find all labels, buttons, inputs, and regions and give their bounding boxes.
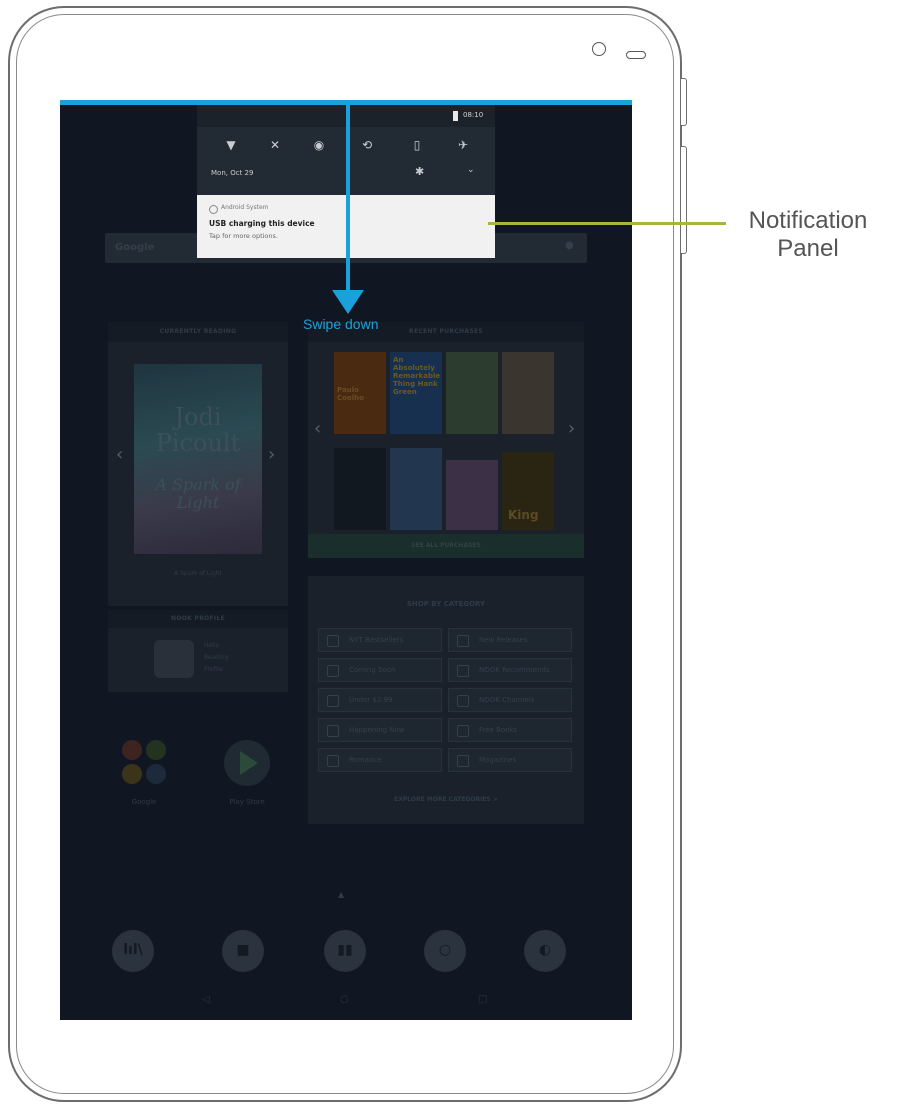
book-cover-1[interactable]: Paulo Coelho xyxy=(334,352,386,434)
book-cover-4[interactable] xyxy=(502,352,554,434)
nook-profile-header: NOOK PROFILE xyxy=(108,610,288,628)
battery-icon xyxy=(453,111,458,121)
reader-icon[interactable]: ▮▮ xyxy=(324,930,366,972)
current-book-caption: A Spark of Light xyxy=(174,570,222,577)
wifi-icon[interactable]: ▼ xyxy=(221,135,241,155)
front-camera xyxy=(592,42,606,56)
book-cover-8[interactable]: King xyxy=(502,452,554,530)
category-romance[interactable]: Romance xyxy=(318,748,442,772)
nook-profile-card[interactable]: NOOK PROFILE Hello Reading Profile xyxy=(108,610,288,692)
recents-icon[interactable]: □ xyxy=(478,994,487,1005)
shop-by-category-card: SHOP BY CATEGORY NYT Bestsellers New Rel… xyxy=(308,576,584,824)
carousel-prev-icon[interactable]: ‹ xyxy=(116,444,123,465)
book-cover-2-text: An Absolutely Remarkable Thing Hank Gree… xyxy=(393,356,441,396)
book-cover-1-text: Paulo Coelho xyxy=(337,386,364,402)
recent-purchases-card[interactable]: RECENT PURCHASES ‹ › Paulo Coelho An Abs… xyxy=(308,322,584,558)
battery-saver-icon[interactable]: ▯ xyxy=(407,135,427,155)
book-cover-7[interactable] xyxy=(446,460,498,530)
book-author: Jodi Picoult xyxy=(155,403,241,457)
play-store-label: Play Store xyxy=(229,798,265,806)
currently-reading-header: CURRENTLY READING xyxy=(108,322,288,342)
shop-by-category-header: SHOP BY CATEGORY xyxy=(406,600,486,608)
search-label: Google xyxy=(115,242,155,253)
category-coming-soon[interactable]: Coming Soon xyxy=(318,658,442,682)
android-system-icon xyxy=(209,205,218,214)
volume-button xyxy=(681,146,687,254)
category-free-books[interactable]: Free Books xyxy=(448,718,572,742)
shop-icon[interactable]: ■ xyxy=(222,930,264,972)
dock-expand-icon[interactable]: ▲ xyxy=(338,890,344,899)
status-time: 08:10 xyxy=(463,111,484,119)
profile-line3: Profile xyxy=(204,666,223,673)
google-app-label: Google xyxy=(131,798,157,806)
search-icon[interactable]: ○ xyxy=(424,930,466,972)
book-title: A Spark of Light xyxy=(155,475,241,512)
date-label: Mon, Oct 29 xyxy=(211,169,254,177)
category-nook-channels[interactable]: NOOK Channels xyxy=(448,688,572,712)
notification-app-name: Android System xyxy=(221,204,269,211)
category-new-releases[interactable]: New Releases xyxy=(448,628,572,652)
notification-panel-callout: Notification Panel xyxy=(718,207,898,263)
callout-label-line2: Panel xyxy=(777,235,839,262)
settings-gear-icon[interactable]: ✱ xyxy=(415,165,424,178)
auto-rotate-icon[interactable]: ⟲ xyxy=(357,135,377,155)
bluetooth-icon[interactable]: ✕ xyxy=(265,135,285,155)
profile-line2: Reading xyxy=(204,654,229,661)
category-magazines[interactable]: Magazines xyxy=(448,748,572,772)
see-all-purchases-link[interactable]: SEE ALL PURCHASES xyxy=(308,534,584,558)
category-happening-now[interactable]: Happening Now xyxy=(318,718,442,742)
swipe-down-arrow-icon xyxy=(332,290,364,314)
category-nook-recommends[interactable]: NOOK Recommends xyxy=(448,658,572,682)
light-sensor xyxy=(626,51,646,59)
back-icon[interactable]: ◁ xyxy=(202,994,210,1005)
explore-more-categories-link[interactable]: EXPLORE MORE CATEGORIES > xyxy=(308,796,584,803)
play-store-icon[interactable] xyxy=(224,740,270,786)
nook-icon[interactable]: ◐ xyxy=(524,930,566,972)
category-under-299[interactable]: Under $2.99 xyxy=(318,688,442,712)
library-icon[interactable]: lıl\ xyxy=(112,930,154,972)
callout-line xyxy=(488,222,726,225)
power-button xyxy=(681,78,687,126)
mic-icon: ● xyxy=(565,240,574,251)
category-nyt-bestsellers[interactable]: NYT Bestsellers xyxy=(318,628,442,652)
notification-title: USB charging this device xyxy=(209,219,315,228)
book-cover-6[interactable] xyxy=(390,448,442,530)
google-app-icon[interactable] xyxy=(122,740,166,784)
airplane-mode-icon[interactable]: ✈ xyxy=(453,135,473,155)
swipe-down-label: Swipe down xyxy=(303,316,379,332)
profile-name: Hello xyxy=(204,642,220,649)
book-cover-8-text: King xyxy=(508,508,539,522)
swipe-arrow-shaft xyxy=(346,100,350,292)
purchases-prev-icon[interactable]: ‹ xyxy=(314,418,321,439)
book-cover-2[interactable]: An Absolutely Remarkable Thing Hank Gree… xyxy=(390,352,442,434)
home-icon[interactable]: ○ xyxy=(340,994,349,1005)
book-cover-3[interactable] xyxy=(446,352,498,434)
carousel-next-icon[interactable]: › xyxy=(268,444,275,465)
profile-avatar xyxy=(154,640,194,678)
callout-label-line1: Notification xyxy=(748,207,868,234)
purchases-next-icon[interactable]: › xyxy=(568,418,575,439)
do-not-disturb-icon[interactable]: ◉ xyxy=(309,135,329,155)
currently-reading-card[interactable]: CURRENTLY READING Jodi Picoult A Spark o… xyxy=(108,322,288,606)
notification-subtitle: Tap for more options. xyxy=(209,232,278,240)
book-cover-5[interactable] xyxy=(334,448,386,530)
expand-chevron-icon[interactable]: ⌄ xyxy=(467,165,475,175)
current-book-cover[interactable]: Jodi Picoult A Spark of Light xyxy=(134,364,262,554)
